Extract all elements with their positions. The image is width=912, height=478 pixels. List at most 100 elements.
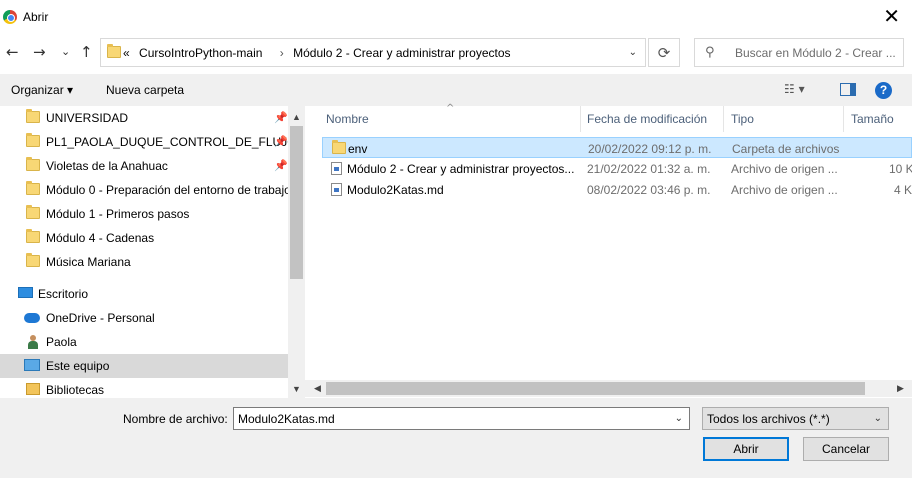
sidebar-item-modulo-0[interactable]: Módulo 0 - Preparación del entorno de tr… xyxy=(0,178,291,202)
file-name: Módulo 2 - Crear y administrar proyectos… xyxy=(347,162,575,176)
view-options-icon[interactable]: ☷ ▾ xyxy=(784,82,805,96)
sidebar-item-modulo-4[interactable]: Módulo 4 - Cadenas xyxy=(0,226,288,250)
file-list-scrollbar[interactable]: ◀ ▶ xyxy=(305,380,912,397)
file-list: ^ Nombre Fecha de modificación Tipo Tama… xyxy=(305,103,912,398)
markdown-file-icon xyxy=(331,162,342,175)
folder-icon xyxy=(26,133,40,147)
chevron-down-icon[interactable]: ⌄ xyxy=(874,413,882,424)
column-size[interactable]: Tamaño xyxy=(851,112,894,126)
help-icon[interactable]: ? xyxy=(875,82,892,99)
file-type-value: Todos los archivos (*.*) xyxy=(707,412,830,426)
scrollbar-thumb[interactable] xyxy=(290,126,303,279)
file-row-modulo2katas[interactable]: Modulo2Katas.md 08/02/2022 03:46 p. m. A… xyxy=(322,179,912,200)
breadcrumb-item-curso[interactable]: CursoIntroPython-main xyxy=(139,46,262,60)
address-bar[interactable]: « CursoIntroPython-main › Módulo 2 - Cre… xyxy=(100,38,646,67)
folder-icon xyxy=(107,44,121,58)
navigation-bar: ← → ⌄ ↑ « CursoIntroPython-main › Módulo… xyxy=(0,34,912,74)
sidebar-item-label: Módulo 1 - Primeros pasos xyxy=(46,207,190,221)
sidebar-item-label: Este equipo xyxy=(46,359,110,373)
pin-icon: 📌 xyxy=(274,111,288,124)
dialog-footer: Nombre de archivo: Modulo2Katas.md ⌄ Tod… xyxy=(0,398,912,478)
file-row-env[interactable]: env 20/02/2022 09:12 p. m. Carpeta de ar… xyxy=(322,137,912,158)
address-dropdown-chevron-icon[interactable]: ⌄ xyxy=(629,47,637,58)
folder-icon xyxy=(26,157,40,171)
sidebar-item-modulo-1[interactable]: Módulo 1 - Primeros pasos xyxy=(0,202,288,226)
refresh-button[interactable]: ⟳ xyxy=(648,38,680,67)
file-size: 10 K xyxy=(889,162,912,176)
resize-grip-icon[interactable] xyxy=(900,466,912,478)
search-placeholder: Buscar en Módulo 2 - Crear ... xyxy=(735,46,896,60)
scroll-down-icon[interactable]: ▼ xyxy=(292,384,301,394)
column-divider[interactable] xyxy=(843,106,844,132)
sidebar-item-label: Módulo 4 - Cadenas xyxy=(46,231,155,245)
filename-value: Modulo2Katas.md xyxy=(238,412,335,426)
cancel-button[interactable]: Cancelar xyxy=(803,437,889,461)
folder-icon xyxy=(26,181,40,195)
sidebar-item-label: Módulo 0 - Preparación del entorno de tr… xyxy=(46,183,291,197)
back-arrow-icon[interactable]: ← xyxy=(6,44,19,60)
search-input[interactable]: ⚲ Buscar en Módulo 2 - Crear ... xyxy=(694,38,904,67)
column-type[interactable]: Tipo xyxy=(731,112,754,126)
sidebar-item-label: Bibliotecas xyxy=(46,383,105,397)
folder-icon xyxy=(26,229,40,243)
close-icon[interactable]: ✕ xyxy=(883,6,900,26)
sidebar-scrollbar[interactable]: ▲ ▼ xyxy=(288,106,305,398)
chrome-icon xyxy=(3,10,17,24)
sidebar-item-pl1[interactable]: PL1_PAOLA_DUQUE_CONTROL_DE_FLUJO_ 📌 xyxy=(0,130,303,154)
filename-field[interactable]: Modulo2Katas.md ⌄ xyxy=(233,407,690,430)
file-name: Modulo2Katas.md xyxy=(347,183,444,197)
file-name: env xyxy=(348,142,368,156)
column-name[interactable]: Nombre xyxy=(326,112,369,126)
preview-pane-icon[interactable] xyxy=(840,83,856,96)
open-button[interactable]: Abrir xyxy=(703,437,789,461)
sidebar-item-onedrive[interactable]: OneDrive - Personal xyxy=(0,306,288,330)
search-icon: ⚲ xyxy=(705,45,715,60)
sidebar-item-paola[interactable]: Paola xyxy=(0,330,288,354)
folder-icon xyxy=(332,140,346,154)
column-divider[interactable] xyxy=(723,106,724,132)
desktop-icon xyxy=(18,287,33,298)
sidebar-item-label: PL1_PAOLA_DUQUE_CONTROL_DE_FLUJO_ xyxy=(46,135,304,149)
new-folder-button[interactable]: Nueva carpeta xyxy=(106,83,184,97)
file-type: Carpeta de archivos xyxy=(732,142,840,156)
scrollbar-thumb[interactable] xyxy=(326,382,865,395)
sidebar-item-bibliotecas[interactable]: Bibliotecas xyxy=(0,378,288,398)
pc-icon xyxy=(24,359,40,371)
user-icon xyxy=(27,335,39,349)
folder-icon xyxy=(26,205,40,219)
column-header: ^ Nombre Fecha de modificación Tipo Tama… xyxy=(305,103,912,132)
chevron-down-icon[interactable]: ⌄ xyxy=(675,413,683,424)
scroll-left-icon[interactable]: ◀ xyxy=(314,383,321,394)
sidebar-item-universidad[interactable]: UNIVERSIDAD 📌 xyxy=(0,106,288,130)
library-icon xyxy=(26,383,40,395)
sidebar-item-escritorio[interactable]: Escritorio xyxy=(0,282,288,306)
scroll-right-icon[interactable]: ▶ xyxy=(897,383,904,394)
forward-arrow-icon[interactable]: → xyxy=(33,44,46,60)
breadcrumb: « CursoIntroPython-main › Módulo 2 - Cre… xyxy=(123,46,517,60)
column-date[interactable]: Fecha de modificación xyxy=(587,112,707,126)
column-divider[interactable] xyxy=(580,106,581,132)
pin-icon: 📌 xyxy=(274,135,288,148)
breadcrumb-item-modulo-2[interactable]: Módulo 2 - Crear y administrar proyectos xyxy=(293,46,510,60)
breadcrumb-overflow-icon[interactable]: « xyxy=(123,46,130,60)
folder-icon xyxy=(26,109,40,123)
title-bar: Abrir ✕ xyxy=(0,0,912,34)
file-row-modulo-2[interactable]: Módulo 2 - Crear y administrar proyectos… xyxy=(322,158,912,179)
recent-locations-chevron-icon[interactable]: ⌄ xyxy=(61,44,70,60)
sidebar-item-este-equipo[interactable]: Este equipo xyxy=(0,354,288,378)
command-toolbar: Organizar ▾ Nueva carpeta ☷ ▾ ? xyxy=(0,74,912,106)
pin-icon: 📌 xyxy=(274,159,288,172)
scroll-up-icon[interactable]: ▲ xyxy=(292,112,301,122)
sidebar-item-violetas[interactable]: Violetas de la Anahuac 📌 xyxy=(0,154,288,178)
file-type-select[interactable]: Todos los archivos (*.*) ⌄ xyxy=(702,407,889,430)
up-arrow-icon[interactable]: ↑ xyxy=(80,44,93,60)
sort-ascending-icon: ^ xyxy=(446,103,455,114)
window-title: Abrir xyxy=(23,10,49,24)
breadcrumb-separator-icon[interactable]: › xyxy=(280,46,284,60)
organize-menu-button[interactable]: Organizar ▾ xyxy=(11,83,73,97)
file-date: 20/02/2022 09:12 p. m. xyxy=(588,142,712,156)
sidebar-item-musica-mariana[interactable]: Música Mariana xyxy=(0,250,288,274)
sidebar-item-label: OneDrive - Personal xyxy=(46,311,155,325)
onedrive-icon xyxy=(24,313,40,323)
sidebar-item-label: Música Mariana xyxy=(46,255,131,269)
